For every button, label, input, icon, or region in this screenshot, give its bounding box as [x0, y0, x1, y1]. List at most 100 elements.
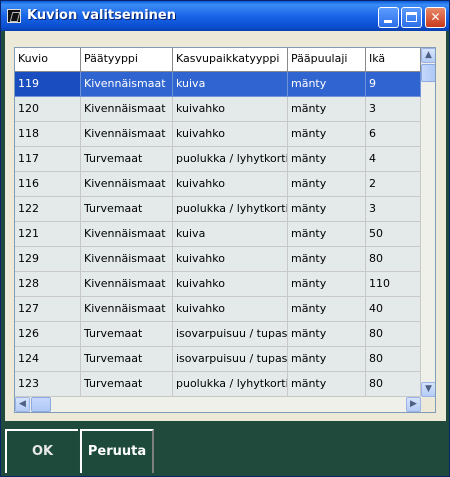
table-cell: mänty	[288, 72, 366, 97]
window-title: Kuvion valitseminen	[27, 8, 176, 23]
table-cell: Turvemaat	[81, 147, 173, 172]
table-row[interactable]: 118 Kivennäismaat kuivahko mänty 6	[15, 122, 421, 147]
table-cell: isovarpuisuu / tupasvilla	[173, 347, 288, 372]
table-row[interactable]: 117Turvemaatpuolukka / lyhytkortinermänt…	[15, 147, 421, 172]
vertical-scroll-thumb[interactable]	[421, 64, 435, 82]
table-cell: 110	[366, 272, 421, 297]
table-cell: kuivahko	[173, 97, 288, 122]
table-cell: mänty	[288, 247, 366, 272]
horizontal-scrollbar[interactable]: ◀ ▶	[15, 397, 421, 412]
table-cell: 122	[15, 197, 81, 222]
table-cell: 124	[15, 347, 81, 372]
table-cell: Turvemaat	[81, 347, 173, 372]
table-cell: 3	[366, 197, 421, 222]
table-header: Kuvio Päätyyppi Kasvupaikkatyyppi Pääpuu…	[15, 48, 421, 72]
scroll-down-button[interactable]: ▼	[421, 382, 435, 397]
table-cell: mänty	[288, 272, 366, 297]
chevron-right-icon: ▶	[410, 399, 417, 409]
table-cell: 3	[366, 97, 421, 122]
table-cell: Turvemaat	[81, 372, 173, 397]
maximize-icon	[406, 12, 417, 22]
table-cell: Kivennäismaat	[81, 72, 173, 97]
table-cell: 118	[15, 122, 81, 147]
table-body: 119 Kivennäismaat kuiva mänty 9 120 Kivennäism…	[15, 72, 421, 397]
chevron-left-icon: ◀	[19, 399, 26, 409]
table-row[interactable]: 119 Kivennäismaat kuiva mänty 9	[15, 72, 421, 97]
table-cell: mänty	[288, 97, 366, 122]
column-header-kuvio[interactable]: Kuvio	[15, 48, 81, 72]
table-cell: 127	[15, 297, 81, 322]
table-cell: mänty	[288, 172, 366, 197]
table-cell: 126	[15, 322, 81, 347]
table-cell: Kivennäismaat	[81, 247, 173, 272]
table-cell: puolukka / lyhytkortiner	[173, 372, 288, 397]
table-cell: kuivahko	[173, 247, 288, 272]
table-cell: 80	[366, 247, 421, 272]
horizontal-scroll-thumb[interactable]	[31, 397, 51, 412]
chevron-down-icon: ▼	[425, 384, 432, 394]
table-row[interactable]: 126Turvemaatisovarpuisuu / tupasvillamän…	[15, 322, 421, 347]
kuvio-table: Kuvio Päätyyppi Kasvupaikkatyyppi Pääpuu…	[14, 47, 436, 413]
table-cell: kuiva	[173, 72, 288, 97]
close-button[interactable]: ✕	[425, 7, 446, 28]
ok-button[interactable]: OK	[5, 429, 78, 473]
window-app-icon[interactable]	[7, 9, 21, 23]
cancel-button[interactable]: Peruuta	[80, 429, 154, 473]
table-cell: 80	[366, 372, 421, 397]
table-row[interactable]: 128 Kivennäismaat kuivahko mänty 110	[15, 272, 421, 297]
scroll-up-button[interactable]: ▲	[421, 48, 435, 63]
table-cell: 129	[15, 247, 81, 272]
table-row[interactable]: 124Turvemaatisovarpuisuu / tupasvillamän…	[15, 347, 421, 372]
table-cell: mänty	[288, 197, 366, 222]
table-row[interactable]: 122Turvemaatpuolukka / lyhytkortinermänt…	[15, 197, 421, 222]
table-cell: 40	[366, 297, 421, 322]
close-icon: ✕	[430, 10, 441, 24]
table-row[interactable]: 127 Kivennäismaat kuivahko mänty 40	[15, 297, 421, 322]
table-cell: kuivahko	[173, 172, 288, 197]
table-cell: 116	[15, 172, 81, 197]
table-row[interactable]: 123Turvemaatpuolukka / lyhytkortinermänt…	[15, 372, 421, 397]
dialog-window: Kuvion valitseminen ✕ Kuvio Päätyyppi Ka…	[0, 0, 450, 477]
table-cell: mänty	[288, 372, 366, 397]
table-cell: kuivahko	[173, 297, 288, 322]
table-cell: puolukka / lyhytkortiner	[173, 197, 288, 222]
table-cell: 2	[366, 172, 421, 197]
table-row[interactable]: 129 Kivennäismaat kuivahko mänty 80	[15, 247, 421, 272]
table-cell: Kivennäismaat	[81, 122, 173, 147]
minimize-button[interactable]	[378, 7, 399, 28]
table-cell: 121	[15, 222, 81, 247]
chevron-up-icon: ▲	[425, 50, 432, 60]
table-cell: mänty	[288, 297, 366, 322]
table-cell: 119	[15, 72, 81, 97]
table-cell: 120	[15, 97, 81, 122]
table-cell: 80	[366, 347, 421, 372]
table-cell: kuivahko	[173, 272, 288, 297]
table-cell: 50	[366, 222, 421, 247]
table-row[interactable]: 116 Kivennäismaat kuivahko mänty 2	[15, 172, 421, 197]
table-cell: 4	[366, 147, 421, 172]
column-header-paatyyppi[interactable]: Päätyyppi	[81, 48, 173, 72]
table-cell: 6	[366, 122, 421, 147]
table-cell: 123	[15, 372, 81, 397]
scroll-right-button[interactable]: ▶	[406, 397, 421, 412]
dialog-content: Kuvio Päätyyppi Kasvupaikkatyyppi Pääpuu…	[5, 31, 446, 421]
table-cell: isovarpuisuu / tupasvilla	[173, 322, 288, 347]
table-cell: puolukka / lyhytkortiner	[173, 147, 288, 172]
table-cell: Kivennäismaat	[81, 297, 173, 322]
table-cell: Kivennäismaat	[81, 272, 173, 297]
table-cell: mänty	[288, 347, 366, 372]
table-cell: Turvemaat	[81, 197, 173, 222]
maximize-button[interactable]	[401, 7, 422, 28]
vertical-scrollbar[interactable]: ▲ ▼	[421, 48, 435, 397]
column-header-paapuulaji[interactable]: Pääpuulaji	[288, 48, 366, 72]
table-cell: mänty	[288, 322, 366, 347]
table-row[interactable]: 120 Kivennäismaat kuivahko mänty 3	[15, 97, 421, 122]
table-cell: Kivennäismaat	[81, 222, 173, 247]
title-bar[interactable]: Kuvion valitseminen ✕	[1, 1, 449, 31]
table-cell: 117	[15, 147, 81, 172]
table-row[interactable]: 121 Kivennäismaat kuiva mänty 50	[15, 222, 421, 247]
table-cell: mänty	[288, 122, 366, 147]
column-header-kasvupaikkatyyppi[interactable]: Kasvupaikkatyyppi	[173, 48, 288, 72]
scroll-left-button[interactable]: ◀	[15, 397, 30, 412]
column-header-ika[interactable]: Ikä	[366, 48, 421, 72]
